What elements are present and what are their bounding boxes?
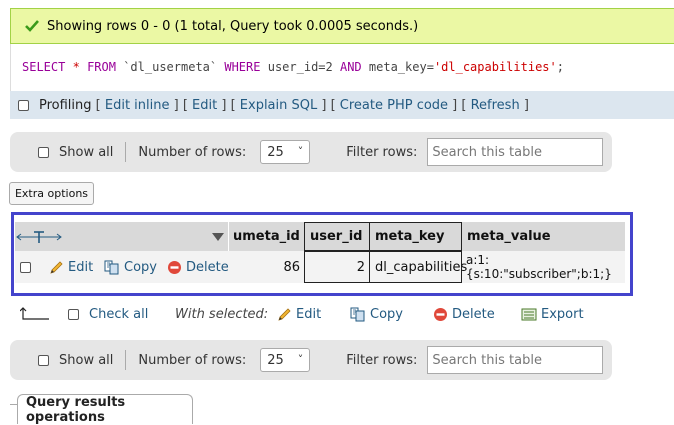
filter-rows-label: Filter rows: bbox=[346, 352, 418, 368]
bulk-copy-link[interactable]: Copy bbox=[350, 305, 403, 323]
bulk-edit-label: Edit bbox=[296, 306, 322, 322]
chevron-down-icon: ˅ bbox=[297, 353, 304, 366]
sql-star: * bbox=[72, 60, 80, 74]
number-of-rows-value: 25 bbox=[267, 352, 284, 368]
sql-table-name: `dl_usermeta` bbox=[123, 60, 218, 74]
explain-sql-link[interactable]: Explain SQL bbox=[240, 98, 317, 113]
bulk-export-link[interactable]: Export bbox=[521, 305, 584, 323]
bulk-edit-link[interactable]: Edit bbox=[277, 305, 321, 323]
separator bbox=[125, 350, 127, 370]
highlight-box bbox=[11, 212, 633, 296]
sql-select-keyword: SELECT bbox=[22, 60, 66, 74]
bulk-delete-link[interactable]: Delete bbox=[433, 305, 495, 323]
sql-and-keyword: AND bbox=[339, 60, 362, 74]
sql-query: SELECT * FROM `dl_usermeta` WHERE user_i… bbox=[22, 60, 564, 74]
number-of-rows-label: Number of rows: bbox=[138, 352, 247, 368]
navigation-bar-top: Show all Number of rows: 25 ˅ Filter rows… bbox=[10, 132, 612, 172]
check-icon bbox=[25, 20, 39, 32]
query-results-operations-tab[interactable]: Query results operations bbox=[17, 394, 193, 425]
select-arrow bbox=[20, 305, 50, 323]
sql-from-keyword: FROM bbox=[87, 60, 116, 74]
sql-terminator: ; bbox=[556, 60, 564, 74]
create-php-code-link[interactable]: Create PHP code bbox=[340, 98, 448, 113]
sql-condition-2-key: meta_key= bbox=[368, 60, 434, 74]
check-all-control[interactable]: Check all bbox=[68, 305, 148, 323]
bulk-copy-label: Copy bbox=[370, 306, 403, 322]
copy-icon bbox=[350, 307, 365, 321]
check-all-checkbox[interactable] bbox=[68, 308, 79, 320]
edit-inline-link[interactable]: Edit inline bbox=[105, 98, 170, 113]
export-icon bbox=[521, 308, 537, 320]
success-message-bar: Showing rows 0 - 0 (1 total, Query took … bbox=[10, 8, 674, 44]
navigation-bar-bottom: Show all Number of rows: 25 ˅ Filter rows… bbox=[10, 340, 612, 380]
sql-condition-1: user_id=2 bbox=[267, 60, 333, 74]
arrow-left-up-icon bbox=[20, 307, 49, 320]
bulk-export-label: Export bbox=[541, 306, 584, 322]
success-message: Showing rows 0 - 0 (1 total, Query took … bbox=[47, 18, 419, 34]
number-of-rows-label: Number of rows: bbox=[138, 144, 247, 160]
extra-options-button[interactable]: Extra options bbox=[9, 182, 94, 205]
number-of-rows-select[interactable]: 25 ˅ bbox=[260, 140, 311, 164]
number-of-rows-value: 25 bbox=[267, 144, 284, 160]
sql-condition-2-value: 'dl_capabilities' bbox=[433, 60, 557, 74]
profiling-bar: Profiling [ Edit inline ] [ Edit ] [ Exp… bbox=[10, 91, 674, 119]
separator bbox=[125, 142, 127, 162]
with-selected-label: With selected: bbox=[175, 306, 269, 322]
show-all-label: Show all bbox=[59, 352, 114, 368]
search-table-input[interactable]: Search this table bbox=[427, 138, 604, 166]
edit-link[interactable]: Edit bbox=[192, 98, 217, 113]
profiling-checkbox[interactable] bbox=[18, 99, 29, 111]
chevron-down-icon: ˅ bbox=[297, 145, 304, 158]
check-all-label: Check all bbox=[89, 306, 149, 322]
search-table-input[interactable]: Search this table bbox=[427, 346, 604, 374]
number-of-rows-select[interactable]: 25 ˅ bbox=[260, 348, 311, 372]
pencil-icon bbox=[278, 307, 291, 321]
show-all-checkbox[interactable] bbox=[38, 354, 49, 366]
show-all-checkbox[interactable] bbox=[38, 146, 49, 158]
sql-where-keyword: WHERE bbox=[224, 60, 261, 74]
profiling-label: Profiling bbox=[39, 97, 92, 113]
refresh-link[interactable]: Refresh bbox=[471, 98, 520, 113]
show-all-label: Show all bbox=[59, 144, 114, 160]
filter-rows-label: Filter rows: bbox=[346, 144, 418, 160]
delete-icon bbox=[434, 307, 447, 321]
bulk-delete-label: Delete bbox=[452, 306, 495, 322]
